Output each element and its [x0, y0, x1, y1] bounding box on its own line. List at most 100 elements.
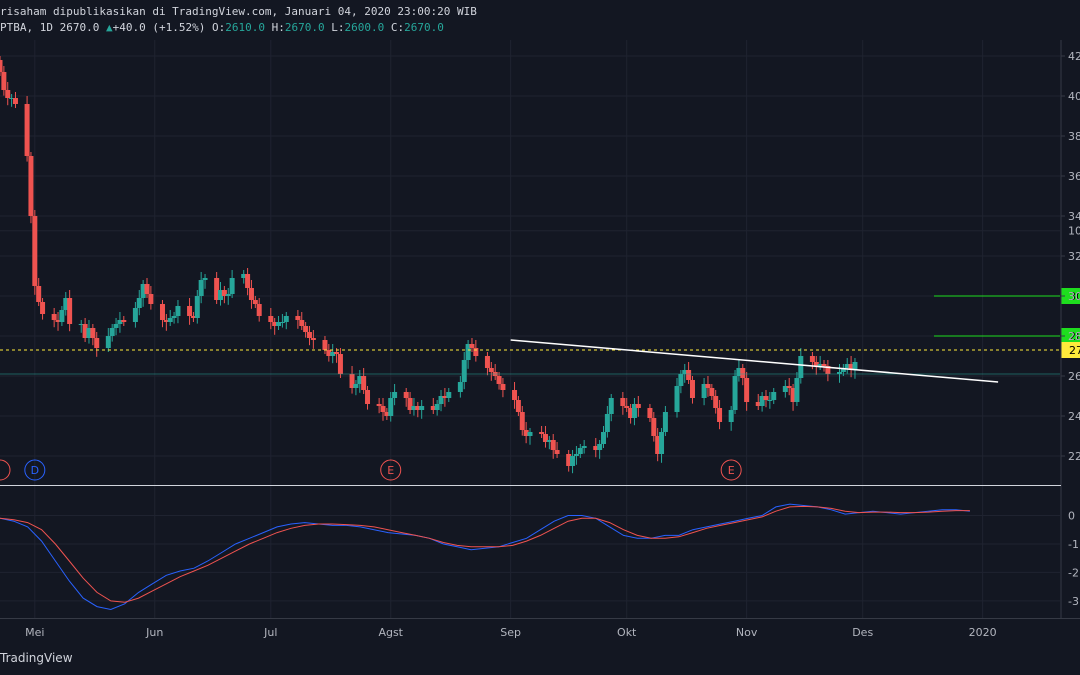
candle[interactable] [310, 338, 316, 340]
earnings-marker[interactable] [0, 459, 11, 481]
price-chart[interactable]: 30 2827 D E E 42 40 38 36 34 32 30 28 26 24 22 Mei Jun J… [0, 0, 1080, 675]
candle[interactable] [40, 302, 46, 314]
candle[interactable] [705, 384, 711, 388]
candle[interactable] [392, 392, 398, 398]
candle[interactable] [767, 400, 773, 401]
candle[interactable] [109, 328, 115, 336]
candle[interactable] [763, 396, 769, 400]
candle[interactable] [419, 406, 425, 410]
candle[interactable] [794, 378, 800, 402]
candle[interactable] [167, 318, 173, 322]
candle[interactable] [380, 406, 386, 412]
candle[interactable] [361, 376, 367, 390]
candle[interactable] [581, 446, 587, 448]
candle[interactable] [678, 374, 684, 386]
candle[interactable] [577, 448, 583, 454]
candle[interactable] [597, 444, 603, 450]
candle[interactable] [24, 104, 30, 156]
candle[interactable] [662, 412, 668, 432]
candle[interactable] [573, 454, 579, 456]
candle[interactable] [121, 320, 127, 322]
candle[interactable] [786, 386, 792, 388]
candle[interactable] [90, 328, 96, 338]
candle[interactable] [187, 306, 193, 316]
candle[interactable] [740, 368, 746, 378]
candle[interactable] [461, 360, 467, 382]
candle[interactable] [403, 392, 409, 398]
candle[interactable] [744, 378, 750, 402]
candle[interactable] [809, 356, 815, 362]
candle[interactable] [674, 386, 680, 412]
candles-layer[interactable] [0, 56, 858, 474]
candle[interactable] [198, 280, 204, 296]
candle[interactable] [306, 332, 312, 338]
candle[interactable] [299, 320, 305, 326]
candle[interactable] [67, 298, 73, 324]
candle[interactable] [334, 352, 340, 354]
candle[interactable] [500, 384, 506, 390]
candle[interactable] [229, 278, 235, 294]
candle[interactable] [469, 344, 475, 348]
tradingview-brand[interactable]: TradingView [0, 651, 73, 665]
candle[interactable] [322, 340, 328, 350]
candle[interactable] [144, 284, 150, 294]
candle[interactable] [256, 304, 262, 316]
candle[interactable] [570, 456, 576, 466]
candle[interactable] [1, 72, 7, 90]
candle[interactable] [519, 412, 525, 430]
candle[interactable] [728, 410, 734, 422]
candle[interactable] [620, 398, 626, 406]
candle[interactable] [798, 356, 804, 378]
candle[interactable] [496, 376, 502, 384]
candle[interactable] [59, 310, 65, 322]
candle[interactable] [136, 298, 142, 308]
candle[interactable] [303, 326, 309, 332]
candle[interactable] [717, 408, 723, 422]
candle[interactable] [608, 398, 614, 414]
candle[interactable] [245, 274, 251, 288]
candle[interactable] [488, 368, 494, 372]
candle[interactable] [225, 294, 231, 296]
candle[interactable] [365, 390, 371, 404]
candle[interactable] [194, 296, 200, 318]
candle[interactable] [12, 98, 18, 104]
candle[interactable] [175, 306, 181, 316]
candle[interactable] [709, 388, 715, 396]
candle[interactable] [624, 406, 630, 408]
candle[interactable] [171, 316, 177, 318]
candle[interactable] [28, 156, 34, 216]
candle[interactable] [554, 450, 560, 454]
candle[interactable] [159, 304, 165, 320]
candle[interactable] [446, 392, 452, 398]
candle[interactable] [604, 414, 610, 432]
candle[interactable] [32, 216, 38, 286]
candle[interactable] [659, 432, 665, 454]
candle[interactable] [686, 370, 692, 380]
candle[interactable] [635, 404, 641, 408]
candle[interactable] [771, 392, 777, 400]
candle[interactable] [821, 364, 827, 366]
candle[interactable] [148, 294, 154, 304]
candle[interactable] [434, 404, 440, 410]
candle[interactable] [113, 324, 119, 328]
candle[interactable] [539, 432, 545, 434]
candle[interactable] [268, 316, 274, 322]
candle[interactable] [713, 396, 719, 408]
candle[interactable] [51, 314, 57, 320]
candle[interactable] [337, 354, 343, 374]
candle[interactable] [689, 380, 695, 398]
candle[interactable] [647, 408, 653, 418]
candle[interactable] [279, 322, 285, 323]
candle[interactable] [202, 278, 208, 280]
candle[interactable] [283, 316, 289, 322]
candle[interactable] [252, 300, 258, 304]
candle[interactable] [248, 288, 254, 300]
candle[interactable] [651, 418, 657, 436]
candle[interactable] [732, 376, 738, 410]
candle[interactable] [457, 382, 463, 392]
candle[interactable] [105, 336, 111, 348]
candle[interactable] [484, 356, 490, 368]
candle[interactable] [295, 316, 301, 320]
candle[interactable] [388, 398, 394, 416]
candle[interactable] [132, 308, 138, 322]
